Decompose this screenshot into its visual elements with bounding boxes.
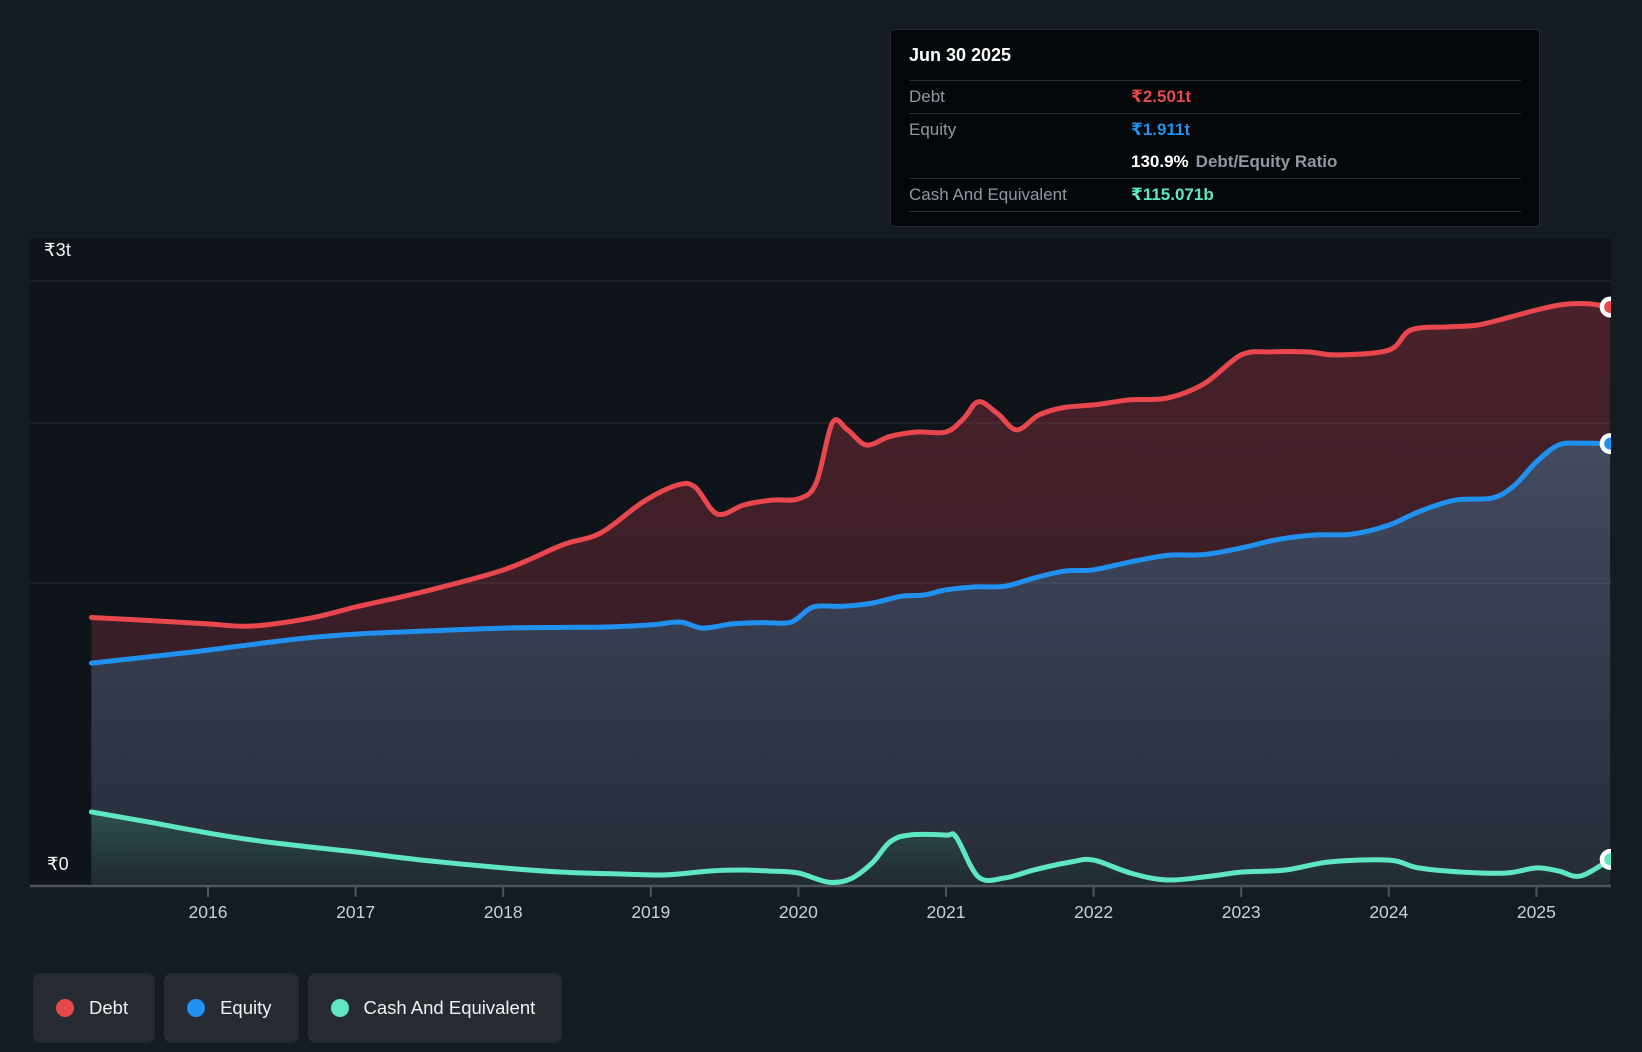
x-axis-label-2022: 2022 <box>1074 902 1114 922</box>
y-axis-label-0: ₹0 <box>47 854 69 874</box>
x-axis-label-2023: 2023 <box>1221 902 1261 922</box>
tooltip-row-equity: Equity ₹1.911t <box>909 114 1521 146</box>
tooltip-ratio-value: 130.9% <box>1131 152 1189 171</box>
tooltip-cash-value: ₹115.071b <box>1131 185 1214 204</box>
tooltip-debt-value: ₹2.501t <box>1131 87 1192 106</box>
x-axis-label-2016: 2016 <box>188 902 228 922</box>
tooltip-debt-label: Debt <box>909 87 945 106</box>
tooltip-date: Jun 30 2025 <box>909 44 1012 65</box>
y-axis-label-3t: ₹3t <box>44 240 72 260</box>
legend: Debt Equity Cash And Equivalent <box>33 973 563 1043</box>
legend-chip-cash-and-equivalent[interactable]: Cash And Equivalent <box>307 973 563 1043</box>
tooltip-row-debt: Debt ₹2.501t <box>909 81 1521 113</box>
tooltip-cash-label: Cash And Equivalent <box>909 185 1067 204</box>
cash-and-equivalent-legend-dot-icon <box>330 999 349 1017</box>
equity-legend-dot-icon <box>187 999 206 1017</box>
x-axis-label-2020: 2020 <box>778 902 818 922</box>
tooltip-row-ratio: 130.9% Debt/Equity Ratio <box>909 146 1521 178</box>
legend-label: Debt <box>89 997 129 1018</box>
x-axis-label-2019: 2019 <box>631 902 671 922</box>
right-margin-cover <box>1611 0 1642 1052</box>
legend-label: Equity <box>220 997 272 1018</box>
legend-chip-debt[interactable]: Debt <box>33 973 156 1043</box>
tooltip-ratio-suffix: Debt/Equity Ratio <box>1195 152 1338 171</box>
x-axis-label-2018: 2018 <box>483 902 523 922</box>
tooltip-row-cash: Cash And Equivalent ₹115.071b <box>909 179 1521 211</box>
tooltip-equity-value: ₹1.911t <box>1131 120 1191 139</box>
tooltip-separator <box>909 211 1521 212</box>
legend-label: Cash And Equivalent <box>363 997 536 1018</box>
debt-equity-history-chart: { "colors": { "debt": "#e8474e", "equity… <box>0 0 1642 1052</box>
tooltip: Jun 30 2025 Debt ₹2.501t Equity ₹1.911t … <box>890 29 1540 227</box>
x-axis-label-2025: 2025 <box>1516 902 1556 922</box>
tooltip-equity-label: Equity <box>909 120 957 139</box>
x-axis-label-2024: 2024 <box>1369 902 1409 922</box>
chart-stage: ₹3t ₹0 2016 2017 2018 2019 2020 2021 2022 2023 2… <box>0 0 1642 1052</box>
debt-legend-dot-icon <box>56 999 74 1017</box>
legend-chip-equity[interactable]: Equity <box>164 973 299 1043</box>
x-axis-label-2017: 2017 <box>336 902 376 922</box>
x-axis-label-2021: 2021 <box>926 902 966 922</box>
